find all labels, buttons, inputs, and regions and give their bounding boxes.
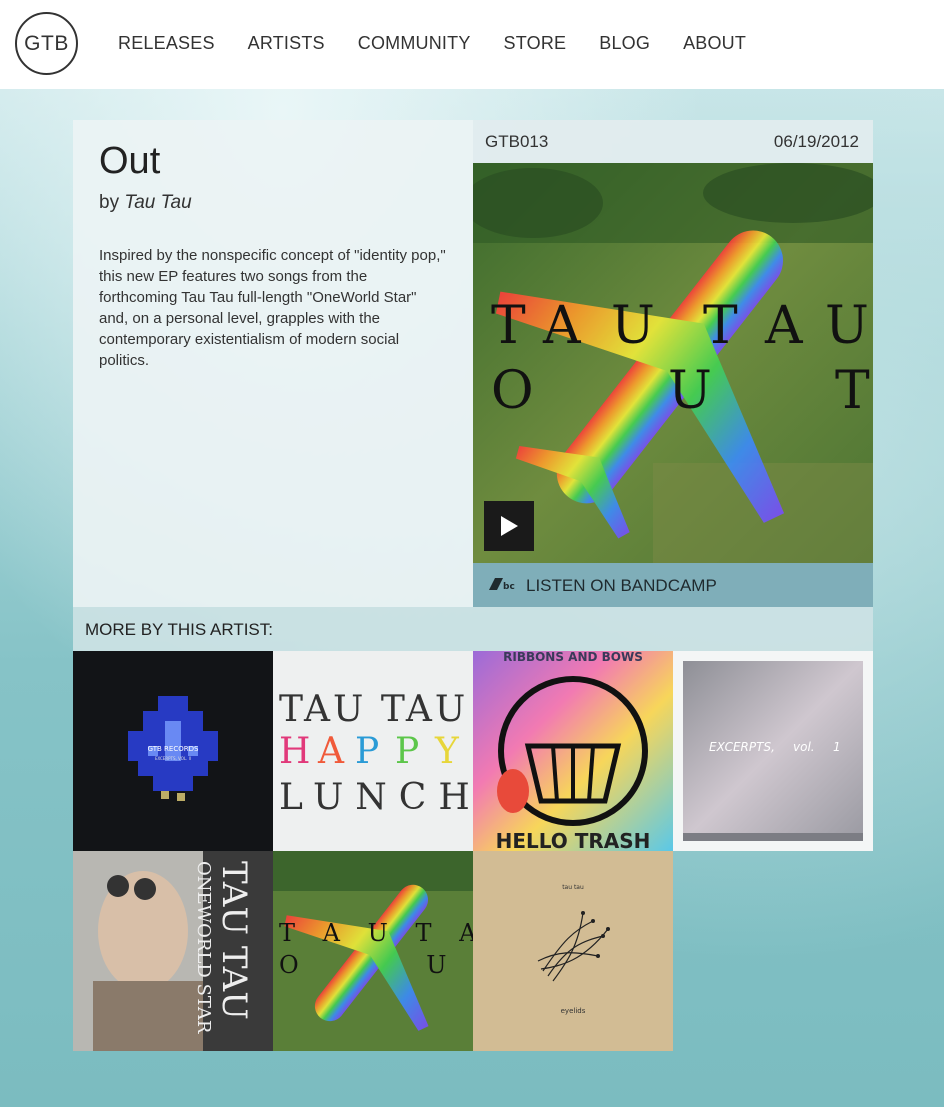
release-tile-oneworld-star[interactable]: TAU TAU ONEWORLD STAR [73, 851, 273, 1051]
svg-text:T: T [703, 296, 738, 356]
release-tile-eyelids[interactable]: tau tau eyelids [473, 851, 673, 1051]
svg-text:TAU TAU: TAU TAU [214, 861, 254, 1020]
release-info-panel: Out by Tau Tau Inspired by the nonspecif… [73, 120, 473, 607]
svg-text:H: H [279, 731, 310, 772]
play-button[interactable] [484, 501, 534, 551]
svg-text:ONEWORLD STAR: ONEWORLD STAR [193, 861, 214, 1034]
excerpts-vol-2-artwork: GTB RECORDS EXCERPTS, VOL. II [128, 696, 218, 801]
release-date: 06/19/2012 [773, 132, 859, 151]
svg-text:T A U T A U: T A U T A U [279, 919, 473, 947]
bandcamp-label: LISTEN ON BANDCAMP [526, 576, 717, 595]
happy-lunch-artwork: TAU TAU H A P P Y LUNCH [279, 689, 473, 818]
release-byline: by Tau Tau [99, 192, 192, 214]
svg-text:P: P [395, 731, 419, 772]
svg-text:TAU TAU: TAU TAU [279, 689, 468, 730]
release-title: Out [99, 140, 161, 182]
svg-text:U: U [611, 296, 655, 356]
svg-text:vol.: vol. [793, 740, 815, 754]
bandcamp-icon: bc [489, 578, 515, 591]
svg-text:A: A [764, 296, 804, 356]
release-description: Inspired by the nonspecific concept of "… [99, 247, 446, 369]
svg-text:HELLO TRASH: HELLO TRASH [496, 829, 651, 851]
release-tile-excerpts-vol-1[interactable]: EXCERPTS, vol. 1 [673, 651, 873, 851]
svg-text:GTB RECORDS: GTB RECORDS [148, 745, 199, 753]
svg-text:Y: Y [434, 731, 460, 772]
nav-blog[interactable]: BLOG [599, 33, 650, 54]
svg-text:RIBBONS AND BOWS: RIBBONS AND BOWS [503, 651, 643, 664]
more-by-artist-header: MORE BY THIS ARTIST: [73, 607, 873, 651]
site-header: GTB RELEASES ARTISTS COMMUNITY STORE BLO… [0, 0, 944, 89]
by-prefix: by [99, 192, 120, 213]
release-cover-art: T A U T A U O U T [473, 163, 873, 563]
release-meta-bar: GTB013 06/19/2012 [473, 120, 873, 163]
excerpts-vol-1-artwork: EXCERPTS, vol. 1 [683, 661, 863, 841]
svg-text:U: U [825, 296, 869, 356]
svg-text:EXCERPTS,: EXCERPTS, [709, 740, 775, 754]
svg-text:O U T: O U T [279, 951, 473, 979]
svg-text:eyelids: eyelids [561, 1007, 586, 1015]
svg-text:tau tau: tau tau [562, 884, 584, 891]
catalog-number: GTB013 [485, 132, 549, 151]
oneworld-star-artwork: TAU TAU ONEWORLD STAR [73, 851, 273, 1051]
release-tile-hello-trash[interactable]: RIBBONS AND BOWS HELLO TRASH [473, 651, 673, 851]
svg-text:T: T [491, 296, 526, 356]
listen-on-bandcamp-button[interactable]: bc LISTEN ON BANDCAMP [473, 563, 873, 607]
hello-trash-artwork: RIBBONS AND BOWS HELLO TRASH [473, 651, 673, 851]
main-nav: RELEASES ARTISTS COMMUNITY STORE BLOG AB… [118, 33, 779, 54]
more-releases-grid: GTB RECORDS EXCERPTS, VOL. II TAU TAU H … [73, 651, 873, 1051]
svg-text:O: O [491, 361, 534, 421]
nav-about[interactable]: ABOUT [683, 33, 746, 54]
svg-text:1: 1 [833, 740, 841, 754]
nav-community[interactable]: COMMUNITY [358, 33, 471, 54]
svg-text:P: P [355, 731, 379, 772]
gtb-logo[interactable]: GTB [15, 12, 78, 75]
eyelids-artwork: tau tau eyelids [537, 884, 610, 1015]
release-tile-happy-lunch[interactable]: TAU TAU H A P P Y LUNCH [273, 651, 473, 851]
more-heading: MORE BY THIS ARTIST: [85, 620, 273, 639]
svg-text:A: A [317, 731, 345, 772]
artist-link[interactable]: Tau Tau [124, 192, 191, 213]
svg-text:bc: bc [503, 582, 515, 591]
svg-text:A: A [542, 296, 582, 356]
nav-artists[interactable]: ARTISTS [248, 33, 325, 54]
release-tile-out[interactable]: T A U T A U O U T [273, 851, 473, 1051]
svg-text:T: T [835, 361, 870, 421]
svg-text:EXCERPTS, VOL. II: EXCERPTS, VOL. II [155, 756, 191, 761]
out-artwork: T A U T A U O U T [273, 851, 473, 1051]
svg-text:LUNCH: LUNCH [279, 777, 473, 818]
nav-releases[interactable]: RELEASES [118, 33, 215, 54]
svg-text:U: U [668, 361, 712, 421]
nav-store[interactable]: STORE [504, 33, 567, 54]
play-icon [501, 516, 518, 536]
release-tile-excerpts-vol-2[interactable]: GTB RECORDS EXCERPTS, VOL. II [73, 651, 273, 851]
